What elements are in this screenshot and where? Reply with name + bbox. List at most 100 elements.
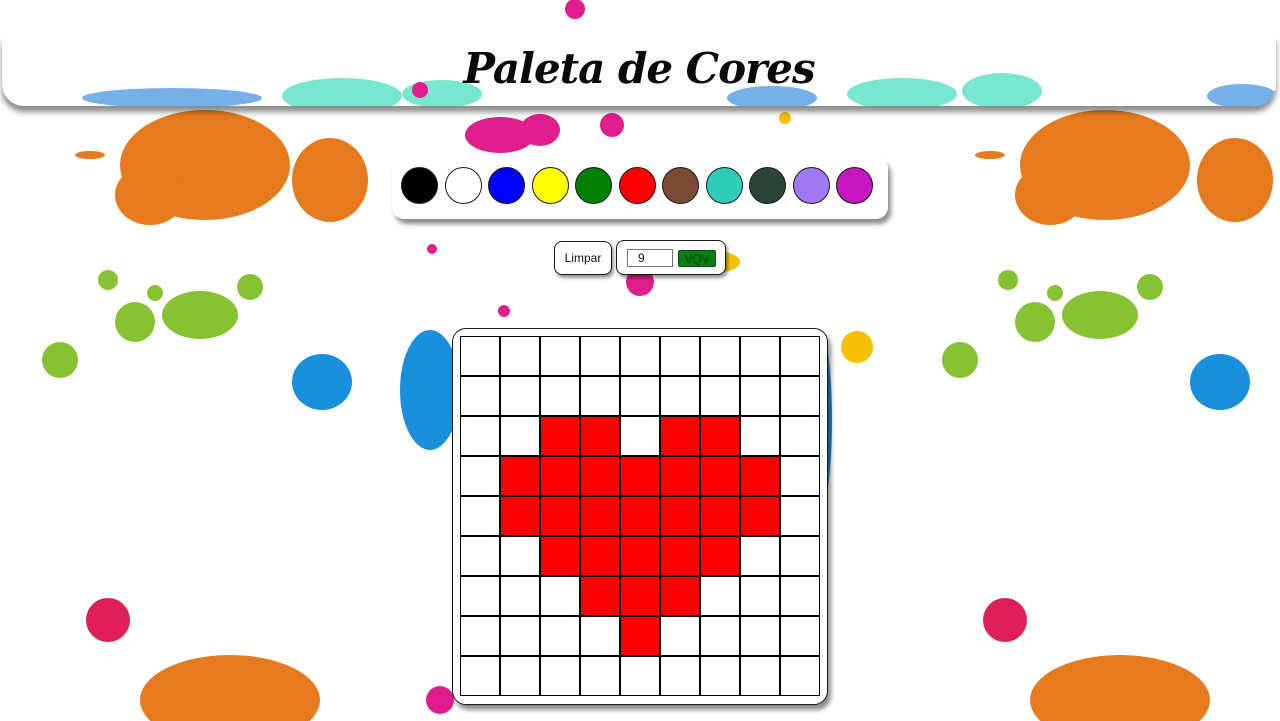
pixel-cell[interactable] — [460, 336, 500, 376]
color-swatch-brown[interactable] — [662, 167, 699, 204]
pixel-cell[interactable] — [660, 416, 700, 456]
pixel-cell[interactable] — [660, 576, 700, 616]
pixel-cell[interactable] — [540, 376, 580, 416]
pixel-cell[interactable] — [580, 336, 620, 376]
pixel-cell[interactable] — [740, 336, 780, 376]
page-title: Paleta de Cores — [463, 44, 815, 93]
pixel-cell[interactable] — [700, 336, 740, 376]
pixel-cell[interactable] — [660, 376, 700, 416]
pixel-cell[interactable] — [780, 656, 820, 696]
pixel-cell[interactable] — [740, 536, 780, 576]
pixel-cell[interactable] — [580, 536, 620, 576]
color-swatch-dark-green[interactable] — [749, 167, 786, 204]
pixel-board — [460, 336, 821, 697]
pixel-cell[interactable] — [460, 616, 500, 656]
pixel-cell[interactable] — [500, 376, 540, 416]
pixel-cell[interactable] — [460, 416, 500, 456]
pixel-cell[interactable] — [460, 496, 500, 536]
pixel-cell[interactable] — [620, 616, 660, 656]
pixel-cell[interactable] — [500, 656, 540, 696]
pixel-cell[interactable] — [740, 576, 780, 616]
pixel-cell[interactable] — [780, 616, 820, 656]
pixel-cell[interactable] — [500, 496, 540, 536]
pixel-cell[interactable] — [700, 376, 740, 416]
pixel-cell[interactable] — [700, 616, 740, 656]
pixel-cell[interactable] — [540, 456, 580, 496]
color-swatch-red[interactable] — [618, 167, 656, 204]
pixel-cell[interactable] — [740, 456, 780, 496]
pixel-cell[interactable] — [620, 656, 660, 696]
board-size-input[interactable] — [627, 249, 673, 267]
pixel-cell[interactable] — [660, 656, 700, 696]
pixel-cell[interactable] — [620, 456, 660, 496]
pixel-cell[interactable] — [580, 576, 620, 616]
pixel-cell[interactable] — [740, 496, 780, 536]
pixel-cell[interactable] — [500, 616, 540, 656]
pixel-cell[interactable] — [540, 616, 580, 656]
pixel-cell[interactable] — [700, 576, 740, 616]
pixel-cell[interactable] — [740, 616, 780, 656]
pixel-board-frame — [452, 328, 828, 705]
pixel-cell[interactable] — [580, 656, 620, 696]
pixel-cell[interactable] — [780, 456, 820, 496]
pixel-cell[interactable] — [540, 416, 580, 456]
pixel-cell[interactable] — [740, 656, 780, 696]
pixel-cell[interactable] — [540, 496, 580, 536]
pixel-cell[interactable] — [740, 416, 780, 456]
pixel-cell[interactable] — [540, 536, 580, 576]
pixel-cell[interactable] — [500, 576, 540, 616]
pixel-cell[interactable] — [540, 656, 580, 696]
pixel-cell[interactable] — [500, 336, 540, 376]
pixel-cell[interactable] — [620, 376, 660, 416]
pixel-cell[interactable] — [500, 416, 540, 456]
pixel-cell[interactable] — [700, 496, 740, 536]
pixel-cell[interactable] — [700, 536, 740, 576]
pixel-cell[interactable] — [500, 536, 540, 576]
pixel-cell[interactable] — [660, 536, 700, 576]
clear-board-button[interactable]: Limpar — [554, 241, 612, 275]
pixel-cell[interactable] — [660, 456, 700, 496]
color-swatch-turquoise[interactable] — [705, 167, 743, 204]
pixel-cell[interactable] — [620, 336, 660, 376]
color-swatch-black[interactable] — [401, 167, 438, 204]
pixel-cell[interactable] — [780, 536, 820, 576]
pixel-cell[interactable] — [620, 536, 660, 576]
pixel-cell[interactable] — [780, 576, 820, 616]
pixel-cell[interactable] — [700, 416, 740, 456]
pixel-cell[interactable] — [620, 416, 660, 456]
pixel-cell[interactable] — [700, 656, 740, 696]
color-swatch-blue[interactable] — [488, 167, 525, 204]
pixel-cell[interactable] — [540, 576, 580, 616]
pixel-cell[interactable] — [460, 576, 500, 616]
pixel-cell[interactable] — [780, 496, 820, 536]
pixel-cell[interactable] — [780, 336, 820, 376]
pixel-cell[interactable] — [780, 416, 820, 456]
pixel-cell[interactable] — [580, 416, 620, 456]
color-swatch-green[interactable] — [575, 167, 612, 204]
color-swatch-lavender[interactable] — [792, 167, 830, 204]
pixel-cell[interactable] — [540, 336, 580, 376]
pixel-cell[interactable] — [740, 376, 780, 416]
color-palette — [392, 157, 888, 219]
pixel-cell[interactable] — [700, 456, 740, 496]
pixel-cell[interactable] — [580, 496, 620, 536]
pixel-cell[interactable] — [660, 496, 700, 536]
pixel-cell[interactable] — [460, 536, 500, 576]
pixel-cell[interactable] — [460, 656, 500, 696]
pixel-cell[interactable] — [580, 456, 620, 496]
pixel-cell[interactable] — [660, 336, 700, 376]
pixel-cell[interactable] — [780, 376, 820, 416]
pixel-cell[interactable] — [460, 376, 500, 416]
pixel-cell[interactable] — [460, 456, 500, 496]
pixel-cell[interactable] — [580, 376, 620, 416]
color-swatch-white[interactable] — [444, 167, 482, 204]
pixel-cell[interactable] — [620, 576, 660, 616]
generate-board-button[interactable]: VQV — [678, 250, 716, 267]
pixel-cell[interactable] — [660, 616, 700, 656]
color-swatch-yellow[interactable] — [531, 167, 569, 204]
pixel-cell[interactable] — [580, 616, 620, 656]
board-size-controls: VQV — [616, 240, 726, 275]
pixel-cell[interactable] — [620, 496, 660, 536]
pixel-cell[interactable] — [500, 456, 540, 496]
color-swatch-magenta[interactable] — [836, 167, 873, 204]
